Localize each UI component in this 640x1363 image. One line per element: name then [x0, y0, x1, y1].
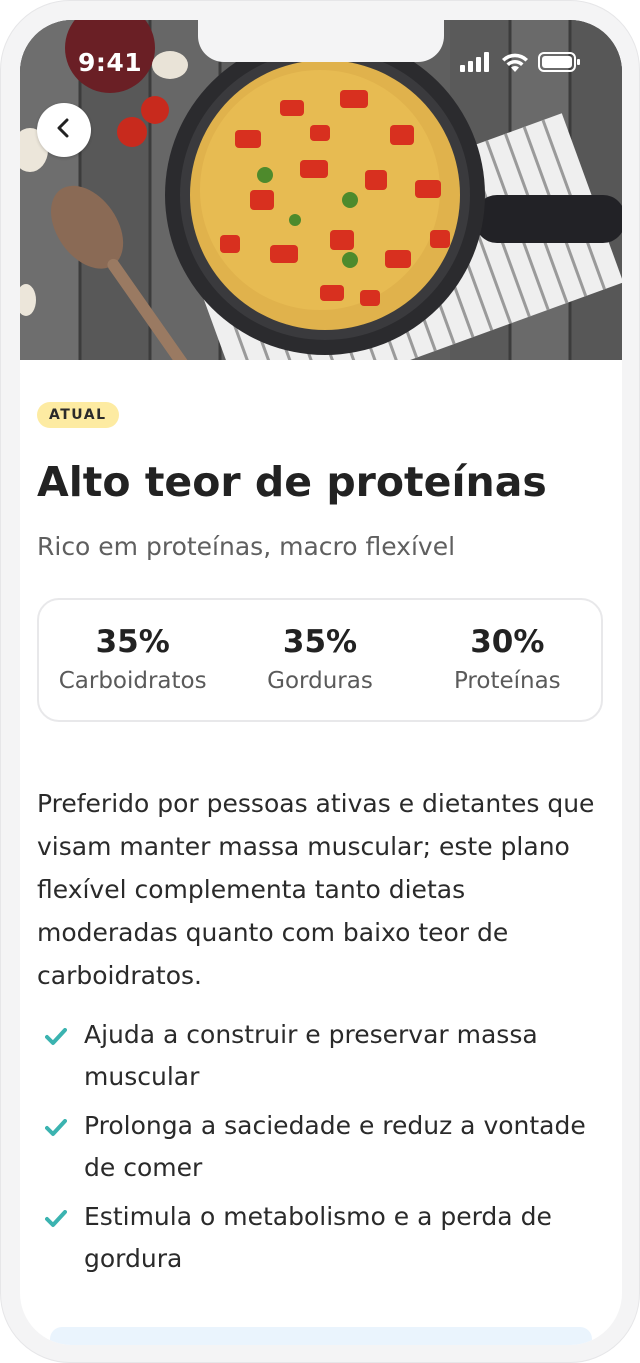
- device-notch: [198, 20, 444, 62]
- macro-proteins: 30% Proteínas: [414, 623, 601, 697]
- chevron-left-icon: [54, 117, 74, 143]
- macro-label: Proteínas: [453, 668, 561, 694]
- check-icon: [45, 1210, 75, 1232]
- signal-icon: [460, 52, 492, 76]
- screen: 9:41 ATUAL Alto teor de proteínas Rico e…: [20, 20, 622, 1345]
- macro-carbs: 35% Carboidratos: [39, 623, 226, 697]
- macro-value: 35%: [95, 624, 170, 660]
- plan-title: Alto teor de proteínas: [37, 458, 547, 506]
- macro-value: 35%: [282, 624, 358, 660]
- current-badge: ATUAL: [37, 402, 119, 428]
- plan-subtitle: Rico em proteínas, macro flexível: [37, 532, 456, 561]
- macro-label: Carboidratos: [58, 668, 207, 694]
- macro-value: 30%: [470, 624, 545, 660]
- wifi-icon: [501, 52, 529, 76]
- benefits-list: Ajuda a construir e preservar massa musc…: [37, 1020, 597, 1295]
- benefit-text: Prolonga a saciedade e reduz a vontade d…: [84, 1111, 586, 1182]
- macro-label: Gorduras: [267, 668, 373, 694]
- benefit-item: Ajuda a construir e preservar massa musc…: [37, 1020, 597, 1098]
- benefit-item: Prolonga a saciedade e reduz a vontade d…: [37, 1111, 597, 1189]
- plan-description: Preferido por pessoas ativas e dietantes…: [37, 789, 595, 990]
- check-icon: [45, 1119, 75, 1141]
- status-time: 9:41: [78, 48, 143, 77]
- back-button[interactable]: [37, 103, 91, 157]
- benefit-text: Ajuda a construir e preservar massa musc…: [84, 1020, 538, 1091]
- battery-icon: [538, 52, 580, 76]
- device-frame: 9:41 ATUAL Alto teor de proteínas Rico e…: [0, 0, 640, 1363]
- benefit-item: Estimula o metabolismo e a perda de gord…: [37, 1202, 597, 1280]
- check-icon: [45, 1028, 75, 1050]
- macro-fats: 35% Gorduras: [226, 623, 413, 697]
- macros-card: 35% Carboidratos 35% Gorduras 30% Proteí…: [37, 598, 603, 722]
- bottom-button-edge: [50, 1327, 592, 1345]
- status-icons: [460, 52, 580, 76]
- benefit-text: Estimula o metabolismo e a perda de gord…: [84, 1202, 552, 1273]
